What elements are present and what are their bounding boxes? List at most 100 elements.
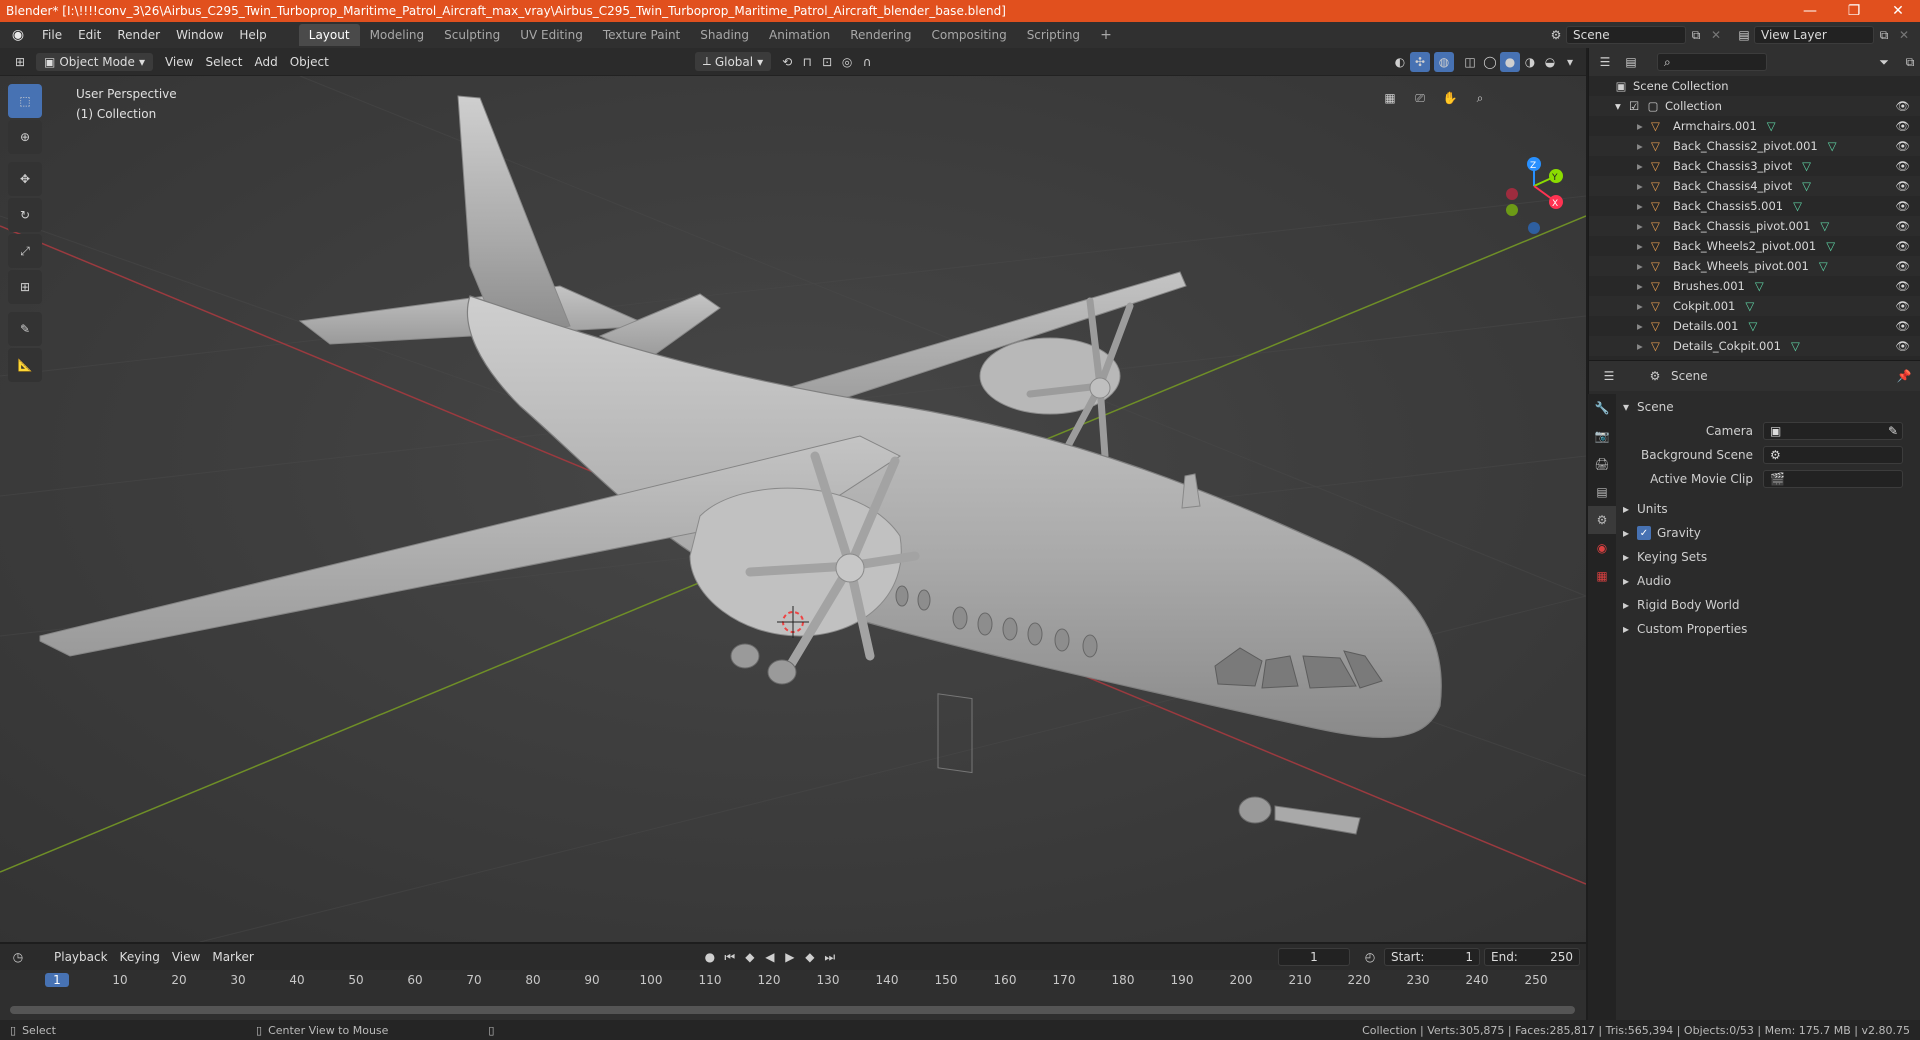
tab-compositing[interactable]: Compositing [921,24,1016,46]
viewport-menu-select[interactable]: Select [199,53,248,71]
gravity-checkbox[interactable]: ✓ [1637,526,1651,540]
properties-editor-icon[interactable]: ☰ [1599,366,1619,386]
keying-sets-panel-header[interactable]: ▸ Keying Sets [1623,545,1917,569]
custom-properties-panel-header[interactable]: ▸ Custom Properties [1623,617,1917,641]
outliner-search-input[interactable]: ⌕ [1657,53,1767,71]
tab-uv-editing[interactable]: UV Editing [510,24,593,46]
outliner-item[interactable]: ▸ ▽ Back_Chassis4_pivot ▽ 👁 [1589,176,1920,196]
start-frame-field[interactable]: Start: 1 [1384,948,1480,966]
checkbox-icon[interactable]: ☑ [1629,99,1645,113]
audio-panel-header[interactable]: ▸ Audio [1623,569,1917,593]
3d-viewport[interactable]: Z Y X ▦ ⎚ ✋ ⌕ [0,76,1586,942]
viewport-menu-view[interactable]: View [159,53,199,71]
expand-arrow-icon[interactable]: ▸ [1637,339,1651,353]
outliner-item[interactable]: ▸ ▽ Back_Chassis5.001 ▽ 👁 [1589,196,1920,216]
eye-icon[interactable]: 👁 [1895,99,1910,113]
timeline-area[interactable]: 1 10 20 30 40 50 60 70 80 90 100 110 120 130 140 150 160… [0,970,1586,1020]
render-tab-icon[interactable]: 📷 [1588,422,1616,450]
outliner-item[interactable]: ▸ ▽ Cokpit.001 ▽ 👁 [1589,296,1920,316]
scene-tab-icon[interactable]: ⚙ [1588,506,1616,534]
active-movie-clip-field[interactable]: 🎬 [1763,470,1903,488]
move-tool[interactable]: ✥ [8,162,42,196]
expand-arrow-icon[interactable]: ▸ [1637,139,1651,153]
timeline-scrollbar[interactable] [10,1006,1575,1014]
expand-arrow-icon[interactable]: ▸ [1637,239,1651,253]
eye-icon[interactable]: 👁 [1895,279,1910,293]
select-box-tool[interactable]: ⬚ [8,84,42,118]
outliner-collection[interactable]: ▾ ☑ ▢ Collection 👁 [1589,96,1920,116]
expand-arrow-icon[interactable]: ▸ [1637,199,1651,213]
tab-scripting[interactable]: Scripting [1017,24,1090,46]
scene-selector[interactable]: Scene [1566,26,1686,44]
measure-tool[interactable]: 📐 [8,348,42,382]
eye-icon[interactable]: 👁 [1895,259,1910,273]
delete-view-layer-icon[interactable]: ✕ [1894,25,1914,45]
xray-toggle-icon[interactable]: ◫ [1460,52,1480,72]
tab-animation[interactable]: Animation [759,24,840,46]
view-layer-tab-icon[interactable]: ▤ [1588,478,1616,506]
record-icon[interactable]: ● [700,947,720,967]
eye-icon[interactable]: 👁 [1895,239,1910,253]
menu-edit[interactable]: Edit [70,28,109,42]
outliner-editor-icon[interactable]: ☰ [1595,52,1615,72]
expand-arrow-icon[interactable]: ▸ [1637,279,1651,293]
eye-icon[interactable]: 👁 [1895,119,1910,133]
menu-help[interactable]: Help [231,28,274,42]
shading-options-icon[interactable]: ▾ [1560,52,1580,72]
expand-arrow-icon[interactable]: ▸ [1637,259,1651,273]
snap-icon[interactable]: ⊓ [797,52,817,72]
jump-keyframe-forward-icon[interactable]: ◆ [800,947,820,967]
camera-view-icon[interactable]: ⎚ [1410,88,1430,108]
expand-arrow-icon[interactable]: ▸ [1637,299,1651,313]
pin-icon[interactable]: 📌 [1894,366,1914,386]
solid-shading-icon[interactable]: ● [1500,51,1520,72]
pan-hand-icon[interactable]: ✋ [1440,88,1460,108]
current-frame-marker[interactable]: 1 [45,973,69,987]
eyedropper-icon[interactable]: ✎ [1888,424,1898,438]
world-tab-icon[interactable]: ◉ [1588,534,1616,562]
falloff-icon[interactable]: ∩ [857,52,877,72]
new-view-layer-icon[interactable]: ⧉ [1874,25,1894,45]
new-scene-icon[interactable]: ⧉ [1686,25,1706,45]
expand-arrow-icon[interactable]: ▸ [1637,119,1651,133]
jump-keyframe-back-icon[interactable]: ◆ [740,947,760,967]
play-icon[interactable]: ▶ [780,947,800,967]
transform-tool[interactable]: ⊞ [8,270,42,304]
gravity-panel-header[interactable]: ▸ ✓ Gravity [1623,521,1917,545]
view-layer-selector[interactable]: View Layer [1754,26,1874,44]
timeline-menu-marker[interactable]: Marker [206,948,259,966]
end-frame-field[interactable]: End: 250 [1484,948,1580,966]
expand-arrow-icon[interactable]: ▸ [1637,219,1651,233]
timeline-editor-icon[interactable]: ◷ [8,947,28,967]
eye-icon[interactable]: 👁 [1895,199,1910,213]
editor-type-icon[interactable]: ⊞ [10,52,30,72]
visibility-icon[interactable]: ◐ [1390,52,1410,72]
rotate-tool[interactable]: ↻ [8,198,42,232]
background-scene-field[interactable]: ⚙ [1763,446,1903,464]
maximize-button[interactable]: ❐ [1832,3,1876,19]
viewport-menu-object[interactable]: Object [284,53,335,71]
play-reverse-icon[interactable]: ◀ [760,947,780,967]
eye-icon[interactable]: 👁 [1895,299,1910,313]
snap-target-icon[interactable]: ⊡ [817,52,837,72]
pivot-icon[interactable]: ⟲ [777,52,797,72]
add-workspace-button[interactable]: + [1090,23,1122,47]
outliner-item[interactable]: ▸ ▽ Back_Wheels_pivot.001 ▽ 👁 [1589,256,1920,276]
mode-dropdown[interactable]: ▣ Object Mode ▾ [36,52,153,71]
cursor-tool[interactable]: ⊕ [8,120,42,154]
timeline-menu-playback[interactable]: Playback [48,948,114,966]
scene-panel-header[interactable]: ▾ Scene [1623,395,1917,419]
texture-tab-icon[interactable]: ▦ [1588,562,1616,590]
gizmo-toggle-icon[interactable]: ✣ [1410,51,1430,72]
units-panel-header[interactable]: ▸ Units [1623,497,1917,521]
timeline-menu-view[interactable]: View [166,948,206,966]
jump-start-icon[interactable]: ⏮ [720,947,740,967]
tab-modeling[interactable]: Modeling [360,24,435,46]
current-frame-field[interactable]: 1 [1278,948,1350,966]
outliner-item[interactable]: ▸ ▽ Back_Wheels2_pivot.001 ▽ 👁 [1589,236,1920,256]
timeline-menu-keying[interactable]: Keying [114,948,166,966]
outliner-item[interactable]: ▸ ▽ Back_Chassis2_pivot.001 ▽ 👁 [1589,136,1920,156]
rendered-shading-icon[interactable]: ◒ [1540,52,1560,72]
outliner-item[interactable]: ▸ ▽ Details_Cokpit.001 ▽ 👁 [1589,336,1920,356]
proportional-edit-icon[interactable]: ◎ [837,52,857,72]
